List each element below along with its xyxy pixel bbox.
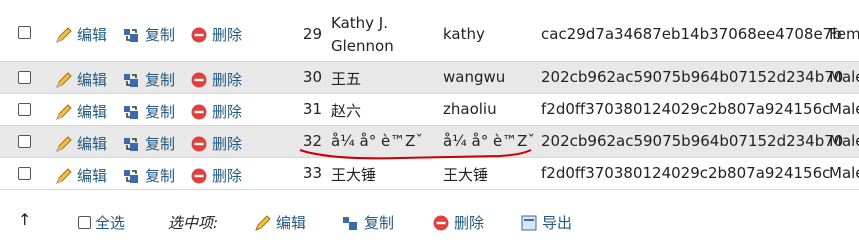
copy-button[interactable]: 复制 — [123, 101, 175, 122]
cell-password: f2d0ff370380124029c2b807a924156c — [541, 100, 831, 118]
cell-username: 王大锤 — [443, 166, 489, 184]
copy-button[interactable]: 复制 — [123, 24, 175, 45]
export-icon — [520, 214, 538, 232]
pencil-icon — [55, 135, 73, 153]
up-arrow-icon: ↑ — [18, 210, 32, 229]
select-all-checkbox[interactable] — [78, 216, 91, 229]
table-row: 编辑 复制 删除 29 Kathy J. Glennon kathy cac29… — [0, 0, 859, 62]
pencil-icon — [254, 214, 272, 232]
copy-icon — [123, 135, 141, 153]
copy-button[interactable]: 复制 — [123, 133, 175, 154]
cell-id: 33 — [302, 164, 322, 182]
delete-icon — [190, 167, 208, 185]
cell-name: 王大锤 — [331, 166, 377, 184]
pencil-icon — [55, 26, 73, 44]
edit-button[interactable]: 编辑 — [55, 69, 107, 90]
cell-password: 202cb962ac59075b964b07152d234b70 — [541, 68, 844, 86]
cell-name: 王五 — [331, 70, 362, 88]
row-checkbox[interactable] — [18, 103, 31, 116]
cell-password: 202cb962ac59075b964b07152d234b70 — [541, 132, 844, 150]
delete-icon — [190, 26, 208, 44]
row-checkbox[interactable] — [18, 71, 31, 84]
cell-password: cac29d7a34687eb14b37068ee4708e7b — [541, 25, 842, 43]
cell-id: 31 — [302, 100, 322, 118]
table-row: 编辑 复制 删除 31 赵六 zhaoliu f2d0ff37038012402… — [0, 94, 859, 126]
delete-icon — [190, 135, 208, 153]
delete-button[interactable]: 删除 — [190, 165, 242, 186]
bulk-delete-button[interactable]: 删除 — [432, 212, 484, 233]
cell-name-line2: Glennon — [331, 37, 394, 55]
pencil-icon — [55, 71, 73, 89]
cell-gender: Male — [829, 68, 859, 86]
delete-icon — [190, 103, 208, 121]
cell-name-line1: Kathy J. — [331, 14, 388, 32]
row-checkbox[interactable] — [18, 167, 31, 180]
edit-button[interactable]: 编辑 — [55, 101, 107, 122]
edit-button[interactable]: 编辑 — [55, 24, 107, 45]
with-selected-label: 选中项: — [168, 214, 219, 232]
delete-icon — [190, 71, 208, 89]
table-row: 编辑 复制 删除 33 王大锤 王大锤 f2d0ff370380124029c2… — [0, 158, 859, 190]
row-checkbox[interactable] — [18, 135, 31, 148]
edit-button[interactable]: 编辑 — [55, 165, 107, 186]
cell-name: 赵六 — [331, 102, 362, 120]
copy-icon — [123, 103, 141, 121]
cell-password: f2d0ff370380124029c2b807a924156c — [541, 164, 831, 182]
edit-button[interactable]: 编辑 — [55, 133, 107, 154]
copy-icon — [342, 214, 360, 232]
copy-icon — [123, 167, 141, 185]
delete-button[interactable]: 删除 — [190, 133, 242, 154]
copy-icon — [123, 71, 141, 89]
cell-username: zhaoliu — [443, 100, 497, 118]
copy-button[interactable]: 复制 — [123, 69, 175, 90]
copy-button[interactable]: 复制 — [123, 165, 175, 186]
bulk-copy-button[interactable]: 复制 — [342, 212, 394, 233]
delete-icon — [432, 214, 450, 232]
bulk-edit-button[interactable]: 编辑 — [254, 212, 306, 233]
delete-button[interactable]: 删除 — [190, 101, 242, 122]
delete-button[interactable]: 删除 — [190, 69, 242, 90]
row-checkbox[interactable] — [18, 26, 31, 39]
select-all[interactable]: 全选 — [78, 212, 125, 233]
table-row: 编辑 复制 删除 32 å¼ å° è™Zˇ å¼ å° è™Zˇ 202cb9… — [0, 126, 859, 158]
cell-gender: Male — [829, 164, 859, 182]
bulk-export-button[interactable]: 导出 — [520, 212, 572, 233]
pencil-icon — [55, 103, 73, 121]
copy-icon — [123, 26, 141, 44]
delete-button[interactable]: 删除 — [190, 24, 242, 45]
table-row: 编辑 复制 删除 30 王五 wangwu 202cb962ac59075b96… — [0, 62, 859, 94]
pencil-icon — [55, 167, 73, 185]
cell-username: wangwu — [443, 68, 506, 86]
cell-id: 29 — [302, 25, 322, 43]
cell-id: 30 — [302, 68, 322, 86]
cell-id: 32 — [302, 132, 322, 150]
cell-name: å¼ å° è™Zˇ — [331, 132, 423, 150]
bulk-actions-bar: ↑ 全选 选中项: 编辑 复制 删除 导出 — [0, 208, 859, 232]
cell-gender: Male — [829, 100, 859, 118]
cell-username: å¼ å° è™Zˇ — [443, 132, 535, 150]
cell-gender: Fem — [829, 25, 859, 43]
cell-username: kathy — [443, 25, 485, 43]
cell-gender: Male — [829, 132, 859, 150]
